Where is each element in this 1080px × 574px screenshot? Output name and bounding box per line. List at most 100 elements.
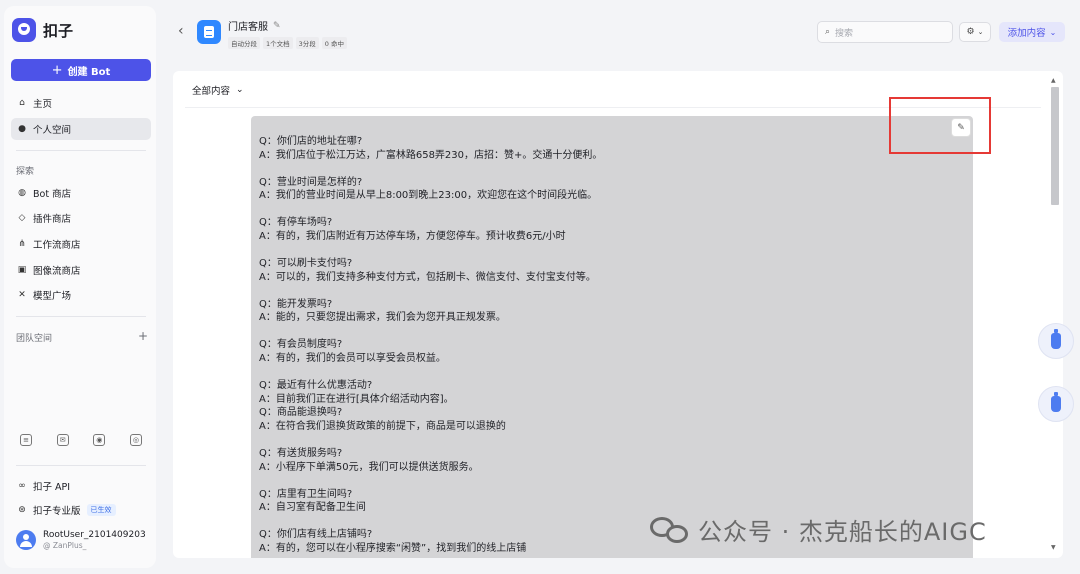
qa-line: A：可以的，我们支持多种支付方式，包括刷卡、微信支付、支付宝支付等。 — [259, 271, 596, 283]
qa-line: A：在符合我们退换货政策的前提下，商品是可以退换的 — [259, 420, 506, 432]
sidebar: 扣子 + 创建 Bot ⌂ 主页 ● 个人空间 探索 ◍ Bot 商店 ◇ 插件… — [0, 0, 162, 574]
sidebar-item-label: 插件商店 — [33, 214, 72, 225]
back-chevron-icon[interactable]: ‹ — [178, 23, 184, 39]
add-team-icon[interactable]: + — [138, 329, 148, 343]
search-placeholder: 搜索 — [835, 28, 854, 39]
brand-logo[interactable]: 扣子 — [12, 18, 73, 42]
qa-line: A：目前我们正在进行[具体介绍活动内容]。 — [259, 393, 454, 405]
qa-list: Q：你们店的地址在哪? A：我们店位于松江万达，广富林路658弄230，店招：赞+… — [259, 135, 959, 558]
settings-dropdown-button[interactable]: ⚙ ⌄ — [959, 22, 991, 42]
scroll-down-icon[interactable]: ▼ — [1051, 544, 1056, 551]
sidebar-item-label: 工作流商店 — [33, 240, 81, 251]
team-space-label: 团队空间 — [16, 334, 53, 344]
qa-line: Q：能开发票吗? — [259, 298, 333, 310]
tag: 3分段 — [295, 37, 319, 49]
sidebar-item-bot-store[interactable]: ◍ Bot 商店 — [11, 182, 151, 204]
qa-line: A：有的，我们店附近有万达停车场，方便您停车。预计收费6元/小时 — [259, 230, 566, 242]
user-profile[interactable]: RootUser_2101409203 @ ZanPlus_ — [16, 530, 146, 550]
edit-title-icon[interactable]: ✎ — [273, 21, 281, 31]
page-title: 门店客服 — [228, 22, 268, 33]
qa-item: Q：你们店的地址在哪? A：我们店位于松江万达，广富林路658弄230，店招：赞+… — [259, 135, 959, 162]
document-icon[interactable]: ≡ — [20, 434, 32, 446]
sidebar-item-imageflow-store[interactable]: ▣ 图像流商店 — [11, 259, 151, 281]
sidebar-item-model-square[interactable]: ✕ 模型广场 — [11, 284, 151, 306]
plugin-icon — [1051, 392, 1061, 412]
knowledge-base-icon — [197, 20, 221, 44]
divider — [16, 316, 146, 317]
sidebar-item-label: 扣子 API — [33, 482, 71, 493]
highlight-annotation-box — [889, 97, 991, 154]
discord-icon[interactable]: ◉ — [93, 434, 106, 446]
workflow-icon: ⋔ — [18, 239, 26, 249]
kb-tags: 自动分段 1个文档 3分段 0 命中 — [228, 37, 347, 49]
link-icon: ∞ — [18, 481, 26, 491]
qa-line: A：能的，只要您提出需求，我们会为您开具正规发票。 — [259, 312, 506, 324]
qa-line: Q：有会员制度吗? — [259, 339, 343, 351]
segment-card[interactable]: Q：你们店的地址在哪? A：我们店位于松江万达，广富林路658弄230，店招：赞+… — [251, 116, 973, 558]
content-filter-dropdown[interactable]: 全部内容 ⌄ — [192, 83, 244, 97]
sidebar-item-api[interactable]: ∞ 扣子 API — [11, 475, 151, 497]
floating-plugin-button[interactable] — [1038, 323, 1074, 359]
wechat-icon — [650, 516, 690, 543]
gear-icon: ⚙ — [966, 27, 975, 37]
sidebar-item-label: 模型广场 — [33, 291, 72, 302]
footer-icon-row: ≡ ✉ ◉ ◎ — [16, 434, 146, 446]
plugin-icon — [1051, 329, 1061, 349]
brand-name: 扣子 — [43, 21, 74, 40]
sidebar-item-plugin-store[interactable]: ◇ 插件商店 — [11, 207, 151, 229]
sidebar-item-workflow-store[interactable]: ⋔ 工作流商店 — [11, 233, 151, 255]
sidebar-item-pro[interactable]: ⊛ 扣子专业版 已生效 — [11, 499, 151, 521]
qa-item: Q：店里有卫生间吗? A：自习室有配备卫生间 — [259, 488, 959, 515]
qa-line: Q：你们店的地址在哪? — [259, 136, 363, 147]
qa-line: Q：有停车场吗? — [259, 217, 333, 229]
home-icon: ⌂ — [19, 98, 25, 108]
qa-line: A：我们店位于松江万达，广富林路658弄230，店招：赞+。交通十分便利。 — [259, 149, 603, 161]
cube-icon: ◇ — [18, 213, 26, 223]
sidebar-item-label: 扣子专业版 — [33, 506, 81, 517]
qa-item: Q：有停车场吗? A：有的，我们店附近有万达停车场，方便您停车。预计收费6元/小时 — [259, 216, 959, 243]
plus-icon: + — [51, 62, 63, 78]
chevron-down-icon: ⌄ — [236, 85, 244, 95]
qa-item: Q：可以刷卡支付吗? A：可以的，我们支持多种支付方式，包括刷卡、微信支付、支付宝… — [259, 257, 959, 284]
watermark-text: 公众号 · 杰克船长的AIGC — [698, 518, 987, 546]
floating-plugin-button[interactable] — [1038, 386, 1074, 422]
avatar — [16, 530, 36, 550]
add-content-button[interactable]: 添加内容 ⌄ — [999, 22, 1065, 42]
coze-logo-icon — [12, 18, 36, 42]
sidebar-item-personal-space[interactable]: ● 个人空间 — [11, 118, 151, 140]
add-content-label: 添加内容 — [1007, 28, 1046, 39]
divider — [16, 150, 146, 151]
sidebar-item-label: 个人空间 — [33, 125, 72, 136]
create-bot-button[interactable]: + 创建 Bot — [11, 59, 151, 81]
person-icon: ● — [18, 124, 26, 134]
tag: 1个文档 — [263, 37, 293, 49]
watermark: 公众号 · 杰克船长的AIGC — [650, 512, 987, 547]
model-icon: ✕ — [18, 290, 26, 300]
qa-item: Q：最近有什么优惠活动? A：目前我们正在进行[具体介绍活动内容]。 Q：商品能退换… — [259, 379, 959, 433]
pro-icon: ⊛ — [18, 505, 26, 515]
qa-line: Q：营业时间是怎样的? — [259, 176, 363, 188]
chevron-down-icon: ⌄ — [1049, 27, 1057, 37]
chevron-down-icon: ⌄ — [977, 28, 984, 36]
create-bot-label: 创建 Bot — [67, 66, 111, 78]
scrollbar[interactable]: ▲ ▼ — [1051, 77, 1059, 557]
user-name: RootUser_2101409203 — [43, 530, 146, 540]
scroll-thumb[interactable] — [1051, 87, 1059, 205]
feedback-icon[interactable]: ◎ — [129, 434, 142, 446]
knowledge-base-title-row: 门店客服 ✎ — [228, 18, 281, 34]
qa-item: Q：营业时间是怎样的? A：我们的营业时间是从早上8:00到晚上23:00，欢迎您… — [259, 176, 959, 203]
qa-item: Q：有会员制度吗? A：有的，我们的会员可以享受会员权益。 — [259, 338, 959, 365]
qa-line: Q：商品能退换吗? — [259, 407, 343, 419]
tag: 0 命中 — [321, 37, 347, 49]
sidebar-item-home[interactable]: ⌂ 主页 — [11, 92, 151, 114]
mail-icon[interactable]: ✉ — [56, 434, 69, 446]
image-icon: ▣ — [17, 265, 27, 275]
scroll-up-icon[interactable]: ▲ — [1051, 77, 1056, 84]
qa-line: Q：最近有什么优惠活动? — [259, 380, 373, 392]
search-icon: ⌕ — [825, 27, 831, 37]
qa-item: Q：能开发票吗? A：能的，只要您提出需求，我们会为您开具正规发票。 — [259, 298, 959, 325]
bot-icon: ◍ — [18, 188, 26, 198]
filter-label: 全部内容 — [192, 86, 231, 97]
search-input[interactable]: ⌕ 搜索 — [817, 21, 953, 43]
status-badge: 已生效 — [86, 504, 116, 516]
